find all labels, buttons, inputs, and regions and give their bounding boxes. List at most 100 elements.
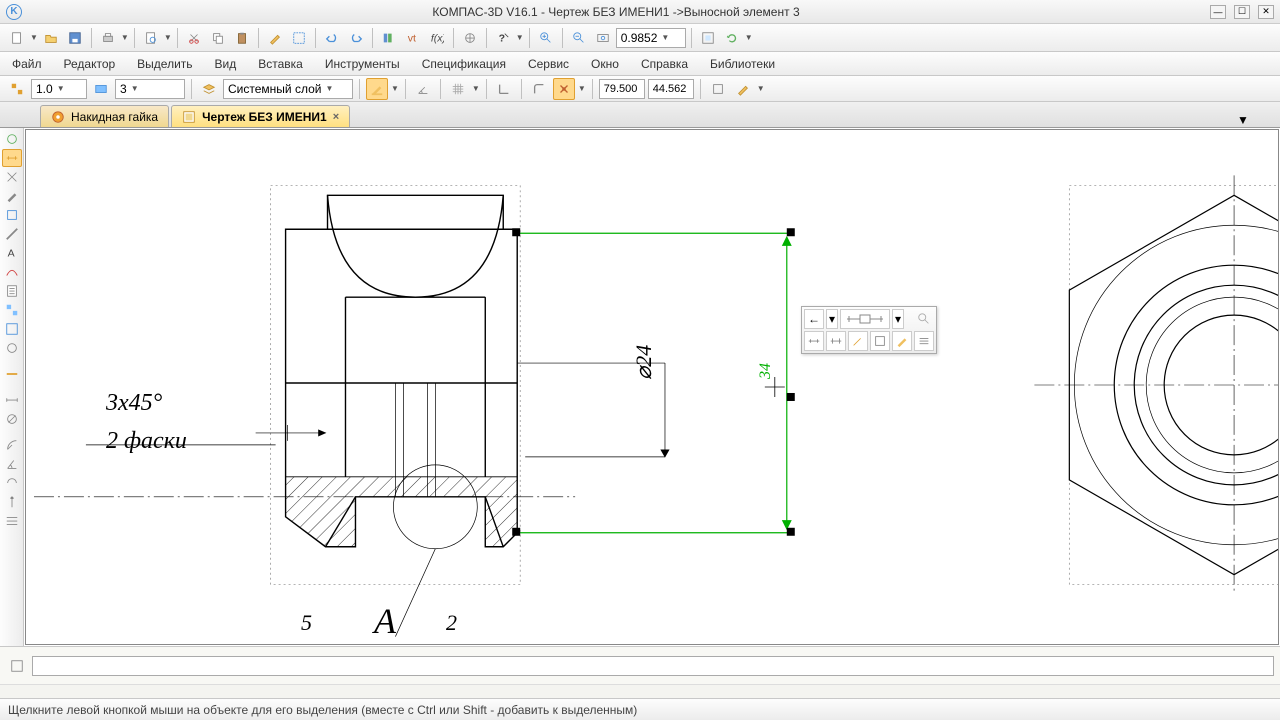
ctx-opt6-button[interactable] xyxy=(914,331,934,351)
ctx-dim-type-button[interactable] xyxy=(840,309,890,329)
text-panel-icon[interactable]: A xyxy=(2,244,22,262)
document-tab[interactable]: Накидная гайка xyxy=(40,105,169,127)
coord-y-input[interactable] xyxy=(648,79,694,99)
open-button[interactable] xyxy=(40,27,62,49)
cut-button[interactable] xyxy=(183,27,205,49)
ctx-opt2-button[interactable] xyxy=(826,331,846,351)
drawing-content xyxy=(26,130,1278,644)
fx-button[interactable]: f(x) xyxy=(426,27,448,49)
refresh-button[interactable] xyxy=(721,27,743,49)
copy-button[interactable] xyxy=(207,27,229,49)
preview-button[interactable] xyxy=(140,27,162,49)
state-button[interactable] xyxy=(6,78,28,100)
grid-button[interactable] xyxy=(447,78,469,100)
number-2: 2 xyxy=(446,610,457,636)
zoom-combo[interactable]: 0.9852▼ xyxy=(616,28,686,48)
zoom-in-button[interactable] xyxy=(535,27,557,49)
tabs-dropdown-icon[interactable]: ▼ xyxy=(1236,113,1250,127)
menu-view[interactable]: Вид xyxy=(211,55,241,73)
edit-button[interactable] xyxy=(732,78,754,100)
edit-panel-icon[interactable] xyxy=(2,187,22,205)
tool12-icon[interactable] xyxy=(2,339,22,357)
variables-button[interactable]: vt xyxy=(402,27,424,49)
select-all-button[interactable] xyxy=(288,27,310,49)
paste-button[interactable] xyxy=(231,27,253,49)
zoom-window-button[interactable] xyxy=(568,27,590,49)
cmd-icon[interactable] xyxy=(6,655,28,677)
assembly-icon xyxy=(51,110,65,124)
symbols-panel-icon[interactable] xyxy=(2,168,22,186)
geometry-panel-icon[interactable] xyxy=(2,130,22,148)
redo-button[interactable] xyxy=(345,27,367,49)
command-input[interactable] xyxy=(32,656,1274,676)
radial-dim-icon[interactable] xyxy=(2,436,22,454)
menu-libraries[interactable]: Библиотеки xyxy=(706,55,779,73)
command-panel xyxy=(0,646,1280,684)
height-dim-icon[interactable] xyxy=(2,493,22,511)
views-panel-icon[interactable] xyxy=(2,301,22,319)
rebuild-button[interactable] xyxy=(697,27,719,49)
ctx-opt5-button[interactable] xyxy=(892,331,912,351)
chamfer-label: 3x45° xyxy=(106,390,162,417)
arc-dim-icon[interactable] xyxy=(2,474,22,492)
document-tabs-bar: Накидная гайка Чертеж БЕЗ ИМЕНИ1 × ▼ xyxy=(0,102,1280,128)
system-button[interactable] xyxy=(707,78,729,100)
dimensions-panel-icon[interactable] xyxy=(2,149,22,167)
menu-service[interactable]: Сервис xyxy=(524,55,573,73)
ctx-opt1-button[interactable] xyxy=(804,331,824,351)
library-button[interactable] xyxy=(378,27,400,49)
ctx-opt3-button[interactable] xyxy=(848,331,868,351)
assoc-panel-icon[interactable] xyxy=(2,320,22,338)
color-button[interactable] xyxy=(366,78,388,100)
scale-combo[interactable]: 3▼ xyxy=(115,79,185,99)
help-button[interactable]: ? xyxy=(492,27,514,49)
manager-button[interactable] xyxy=(459,27,481,49)
new-doc-button[interactable] xyxy=(6,27,28,49)
snap-button[interactable] xyxy=(553,78,575,100)
layer-button[interactable] xyxy=(198,78,220,100)
auto-dim-icon[interactable] xyxy=(2,512,22,530)
angle-dim-icon[interactable] xyxy=(2,455,22,473)
menu-file[interactable]: Файл xyxy=(8,55,46,73)
tab-close-icon[interactable]: × xyxy=(333,111,339,123)
undo-button[interactable] xyxy=(321,27,343,49)
ctx-zoom-icon[interactable] xyxy=(914,309,934,329)
menu-select[interactable]: Выделить xyxy=(133,55,196,73)
curve-panel-icon[interactable] xyxy=(2,263,22,281)
close-button[interactable]: ✕ xyxy=(1258,5,1274,19)
param-panel-icon[interactable] xyxy=(2,206,22,224)
ctx-arrow1-drop[interactable]: ▾ xyxy=(826,309,838,329)
menu-tools[interactable]: Инструменты xyxy=(321,55,404,73)
menu-window[interactable]: Окно xyxy=(587,55,623,73)
menu-help[interactable]: Справка xyxy=(637,55,692,73)
menu-editor[interactable]: Редактор xyxy=(60,55,120,73)
ctx-arrow1-button[interactable]: ← xyxy=(804,309,824,329)
drawing-canvas[interactable]: 3x45° 2 фаски ⌀24 34 А 5 2 ← ▾ ▾ xyxy=(25,129,1279,645)
linear-dim-icon[interactable] xyxy=(2,391,22,409)
minimize-button[interactable]: — xyxy=(1210,5,1226,19)
coord-x-input[interactable] xyxy=(599,79,645,99)
number-5: 5 xyxy=(301,610,312,636)
spec-panel-icon[interactable] xyxy=(2,282,22,300)
document-tab-active[interactable]: Чертеж БЕЗ ИМЕНИ1 × xyxy=(171,105,350,127)
angle-button[interactable] xyxy=(412,78,434,100)
diameter-dim-icon[interactable] xyxy=(2,410,22,428)
linewidth-combo[interactable]: 1.0▼ xyxy=(31,79,87,99)
ctx-opt4-button[interactable] xyxy=(870,331,890,351)
svg-text:vt: vt xyxy=(408,32,416,44)
properties-button[interactable] xyxy=(264,27,286,49)
print-button[interactable] xyxy=(97,27,119,49)
linestyle-button[interactable] xyxy=(90,78,112,100)
menu-specification[interactable]: Спецификация xyxy=(418,55,510,73)
maximize-button[interactable]: ☐ xyxy=(1234,5,1250,19)
menu-insert[interactable]: Вставка xyxy=(254,55,307,73)
ctx-dim-drop[interactable]: ▾ xyxy=(892,309,904,329)
title-bar: K КОМПАС-3D V16.1 - Чертеж БЕЗ ИМЕНИ1 ->… xyxy=(0,0,1280,24)
save-button[interactable] xyxy=(64,27,86,49)
layer-combo[interactable]: Системный слой▼ xyxy=(223,79,353,99)
round-button[interactable] xyxy=(528,78,550,100)
tool13-icon[interactable] xyxy=(2,365,22,383)
measure-panel-icon[interactable] xyxy=(2,225,22,243)
zoom-fit-button[interactable] xyxy=(592,27,614,49)
ortho-button[interactable] xyxy=(493,78,515,100)
